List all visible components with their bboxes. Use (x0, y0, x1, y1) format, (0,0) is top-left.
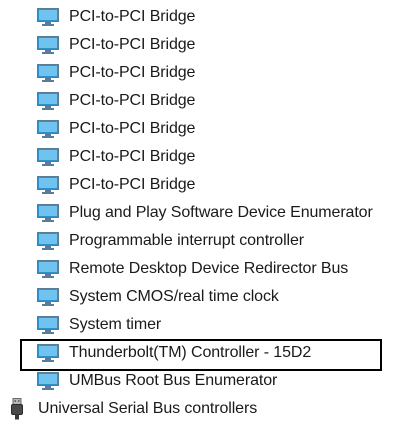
device-item-label: PCI-to-PCI Bridge (69, 64, 196, 81)
device-item-label: Programmable interrupt controller (69, 232, 305, 249)
device-item-label: Remote Desktop Device Redirector Bus (69, 260, 349, 277)
device-item[interactable]: PCI-to-PCI Bridge (0, 31, 415, 59)
device-monitor-icon (37, 232, 59, 250)
device-item[interactable]: PCI-to-PCI Bridge (0, 3, 415, 31)
device-item[interactable]: System timer (0, 311, 415, 339)
device-item[interactable]: PCI-to-PCI Bridge (0, 87, 415, 115)
device-monitor-icon (37, 64, 59, 82)
device-item-label: PCI-to-PCI Bridge (69, 148, 196, 165)
device-monitor-icon (37, 92, 59, 110)
device-item-label: Thunderbolt(TM) Controller - 15D2 (69, 344, 312, 361)
device-monitor-icon (37, 288, 59, 306)
device-monitor-icon (37, 8, 59, 26)
device-item-thunderbolt[interactable]: Thunderbolt(TM) Controller - 15D2 (0, 339, 415, 367)
device-item-label: PCI-to-PCI Bridge (69, 92, 196, 109)
device-item-label: PCI-to-PCI Bridge (69, 176, 196, 193)
device-monitor-icon (37, 260, 59, 278)
device-item-label: UMBus Root Bus Enumerator (69, 372, 278, 389)
device-item-label: System CMOS/real time clock (69, 288, 279, 305)
device-item[interactable]: Plug and Play Software Device Enumerator (0, 199, 415, 227)
device-item[interactable]: Remote Desktop Device Redirector Bus (0, 255, 415, 283)
device-monitor-icon (37, 36, 59, 54)
category-usb-controllers[interactable]: Universal Serial Bus controllers (0, 395, 415, 423)
usb-plug-icon (11, 398, 23, 420)
device-item[interactable]: PCI-to-PCI Bridge (0, 115, 415, 143)
device-item-label: PCI-to-PCI Bridge (69, 8, 196, 25)
device-item[interactable]: PCI-to-PCI Bridge (0, 171, 415, 199)
device-item-label: PCI-to-PCI Bridge (69, 36, 196, 53)
device-item-label: System timer (69, 316, 162, 333)
category-label: Universal Serial Bus controllers (38, 400, 258, 417)
device-item-label: Plug and Play Software Device Enumerator (69, 204, 373, 221)
device-monitor-icon (37, 204, 59, 222)
device-monitor-icon (37, 372, 59, 390)
device-monitor-icon (37, 176, 59, 194)
device-monitor-icon (37, 148, 59, 166)
device-monitor-icon (37, 316, 59, 334)
device-item-label: PCI-to-PCI Bridge (69, 120, 196, 137)
device-item[interactable]: PCI-to-PCI Bridge (0, 59, 415, 87)
device-monitor-icon (37, 344, 59, 362)
device-monitor-icon (37, 120, 59, 138)
device-item[interactable]: UMBus Root Bus Enumerator (0, 367, 415, 395)
device-tree: PCI-to-PCI Bridge PCI-to-PCI Bridge PCI-… (0, 3, 415, 423)
device-item[interactable]: Programmable interrupt controller (0, 227, 415, 255)
device-item[interactable]: System CMOS/real time clock (0, 283, 415, 311)
device-item[interactable]: PCI-to-PCI Bridge (0, 143, 415, 171)
